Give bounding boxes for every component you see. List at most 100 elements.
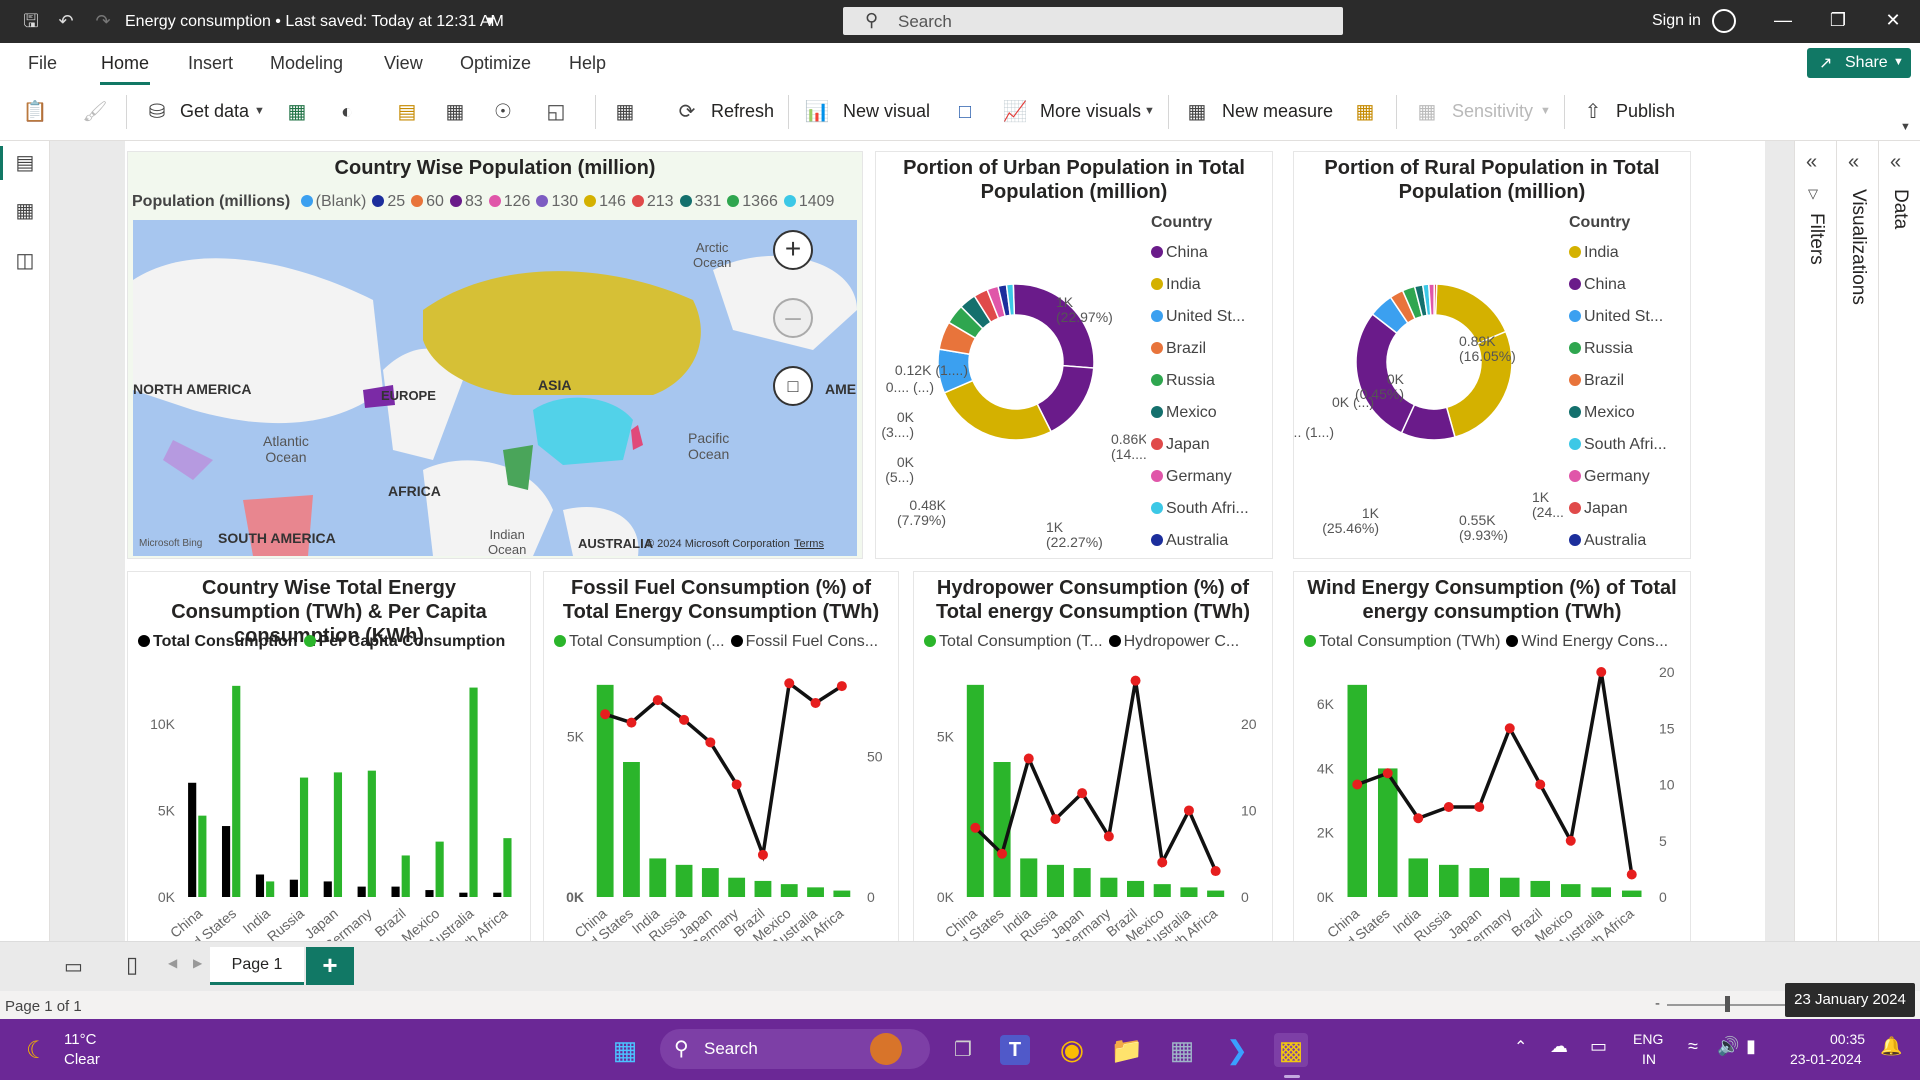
bar[interactable] [266, 881, 275, 897]
bar[interactable] [1100, 877, 1118, 897]
line-point[interactable] [1103, 831, 1114, 842]
legend-item[interactable]: Brazil [1569, 372, 1624, 390]
chrome-icon[interactable]: ◉ [1055, 1033, 1089, 1067]
map-terms-link[interactable]: Terms [794, 538, 824, 550]
bar[interactable] [1153, 884, 1171, 897]
bar[interactable] [675, 864, 693, 897]
refresh-button[interactable]: Refresh [711, 101, 774, 122]
wind-energy-visual[interactable]: Wind Energy Consumption (%) of Total ene… [1293, 571, 1691, 941]
line-point[interactable] [1023, 753, 1034, 764]
line-point[interactable] [652, 695, 663, 706]
table-view-icon[interactable]: ▦ [12, 198, 38, 224]
legend-item[interactable]: Japan [1151, 436, 1210, 454]
collapse-icon[interactable]: « [1848, 151, 1859, 174]
legend-item[interactable]: China [1569, 276, 1626, 294]
line-point[interactable] [1443, 802, 1454, 812]
new-visual-button[interactable]: New visual [843, 101, 930, 122]
bar[interactable] [1127, 880, 1145, 897]
excel-icon[interactable]: ▦ [284, 99, 310, 125]
bar[interactable] [701, 868, 719, 897]
chevron-down-icon[interactable]: ▼ [254, 105, 265, 117]
close-icon[interactable]: ✕ [1882, 9, 1904, 31]
fossil-fuel-visual[interactable]: Fossil Fuel Consumption (%) of Total Ene… [543, 571, 899, 941]
battery-icon[interactable]: ▮ [1746, 1036, 1756, 1057]
zoom-out-icon[interactable]: - [1655, 995, 1660, 1012]
legend-item[interactable]: 130 [551, 193, 578, 210]
bar[interactable] [754, 880, 772, 897]
bar[interactable] [367, 770, 376, 897]
sql-icon[interactable]: ▤ [394, 99, 420, 125]
page-tab[interactable]: Page 1 [210, 947, 304, 985]
menu-help[interactable]: Help [569, 53, 606, 74]
line-point[interactable] [1504, 723, 1515, 734]
data-pane[interactable]: « Data [1878, 141, 1920, 941]
legend-item[interactable]: Brazil [1151, 340, 1206, 358]
calculator-icon[interactable]: ▦ [1165, 1033, 1199, 1067]
legend-item[interactable]: 60 [426, 193, 444, 210]
menu-home[interactable]: Home [101, 53, 149, 74]
legend-item[interactable]: China [1151, 244, 1208, 262]
line-series[interactable] [604, 680, 843, 862]
bar[interactable] [1073, 868, 1091, 897]
legend-item[interactable]: 1366 [742, 193, 778, 210]
windows-start-icon[interactable]: ▦ [608, 1033, 642, 1067]
collapse-icon[interactable]: « [1806, 151, 1817, 174]
menu-view[interactable]: View [384, 53, 423, 74]
zoom-in-button[interactable]: + [773, 230, 813, 270]
more-visuals-button[interactable]: More visuals [1040, 101, 1141, 122]
vscode-icon[interactable]: ❯ [1220, 1033, 1254, 1067]
line-point[interactable] [1535, 779, 1546, 790]
zoom-slider-thumb[interactable] [1725, 996, 1730, 1012]
desktop-layout-icon[interactable]: ▭ [64, 954, 83, 979]
hydropower-visual[interactable]: Hydropower Consumption (%) of Total ener… [913, 571, 1273, 941]
volume-icon[interactable]: 🔊 [1717, 1036, 1739, 1057]
report-view-icon[interactable]: ▤ [12, 150, 38, 176]
bar[interactable] [198, 815, 207, 897]
filters-pane[interactable]: « ▽ Filters [1794, 141, 1836, 941]
legend-item[interactable]: Japan [1569, 500, 1628, 518]
line-point[interactable] [1077, 788, 1088, 799]
bar[interactable] [289, 879, 298, 897]
search-input[interactable]: ⚲ Search [843, 7, 1343, 35]
restore-icon[interactable]: ❐ [1827, 9, 1849, 31]
line-point[interactable] [626, 717, 637, 728]
bar[interactable] [333, 772, 343, 897]
line-point[interactable] [970, 822, 981, 833]
line-point[interactable] [1626, 869, 1637, 880]
bar[interactable] [1560, 884, 1581, 897]
menu-modeling[interactable]: Modeling [270, 53, 343, 74]
legend-item[interactable]: Australia [1569, 532, 1646, 550]
map-area[interactable]: Arctic Ocean NORTH AMERICA EUROPE ASIA A… [133, 220, 857, 556]
legend-item[interactable]: 1409 [799, 193, 835, 210]
line-point[interactable] [757, 849, 768, 860]
legend-item[interactable]: South Afri... [1151, 500, 1249, 518]
line-point[interactable] [1210, 866, 1221, 877]
legend-item[interactable]: Germany [1151, 468, 1232, 486]
weather-temp[interactable]: 11°C [64, 1031, 96, 1048]
line-point[interactable] [1352, 779, 1363, 790]
legend-item[interactable]: India [1151, 276, 1201, 294]
file-explorer-icon[interactable]: 📁 [1110, 1033, 1144, 1067]
line-series[interactable] [974, 680, 1218, 872]
chevron-down-icon[interactable]: ▼ [484, 13, 497, 28]
bar[interactable] [1530, 880, 1551, 897]
legend-item[interactable]: 213 [647, 193, 674, 210]
task-view-icon[interactable]: ❐ [946, 1033, 980, 1067]
bar[interactable] [357, 886, 366, 897]
map-visual[interactable]: Country Wise Population (million) Popula… [127, 151, 863, 559]
minimize-icon[interactable]: — [1772, 9, 1794, 31]
queries-icon[interactable]: ▦ [612, 99, 638, 125]
bar[interactable] [1020, 858, 1038, 897]
bar[interactable] [255, 874, 265, 898]
line-point[interactable] [1413, 813, 1424, 824]
legend-item[interactable]: 83 [465, 193, 483, 210]
new-measure-button[interactable]: New measure [1222, 101, 1333, 122]
bar[interactable] [780, 884, 798, 897]
bar[interactable] [1438, 864, 1459, 897]
legend-item[interactable]: Australia [1151, 532, 1228, 550]
taskbar-search[interactable]: ⚲ Search [660, 1029, 930, 1069]
prev-page-icon[interactable]: ◀ [168, 956, 177, 970]
bar[interactable] [503, 838, 512, 897]
line-point[interactable] [997, 848, 1008, 859]
energy-consumption-visual[interactable]: Country Wise Total Energy Consumption (T… [127, 571, 531, 941]
